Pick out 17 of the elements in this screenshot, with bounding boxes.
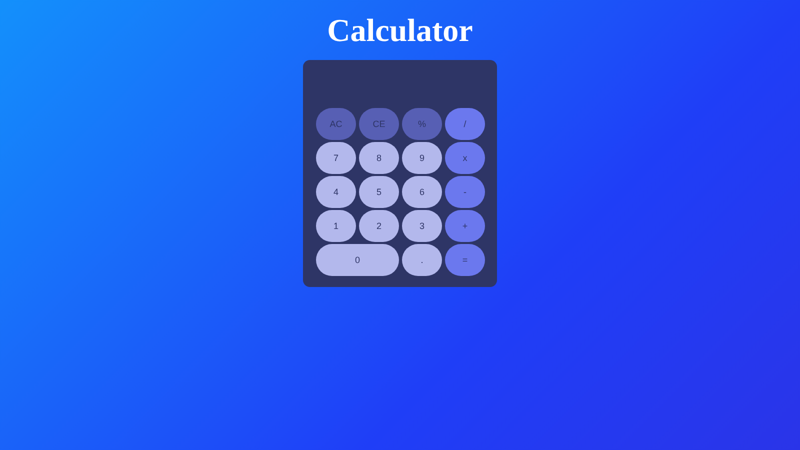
calculator-key[interactable]: 1 [316, 210, 356, 242]
calculator-key[interactable]: + [445, 210, 485, 242]
calculator-key[interactable]: 5 [359, 176, 399, 208]
calculator-key[interactable]: 8 [359, 142, 399, 174]
calculator-key[interactable]: = [445, 244, 485, 276]
calculator-key[interactable]: - [445, 176, 485, 208]
calculator-key[interactable]: 3 [402, 210, 442, 242]
calculator-key[interactable]: 2 [359, 210, 399, 242]
calculator-key[interactable]: 9 [402, 142, 442, 174]
calculator-key[interactable]: 7 [316, 142, 356, 174]
calculator-key[interactable]: 4 [316, 176, 356, 208]
calculator-key[interactable]: . [402, 244, 442, 276]
calculator-key[interactable]: x [445, 142, 485, 174]
calculator-key[interactable]: / [445, 108, 485, 140]
page-title: Calculator [327, 11, 473, 50]
calculator-key[interactable]: 6 [402, 176, 442, 208]
calculator-key[interactable]: 0 [316, 244, 399, 276]
